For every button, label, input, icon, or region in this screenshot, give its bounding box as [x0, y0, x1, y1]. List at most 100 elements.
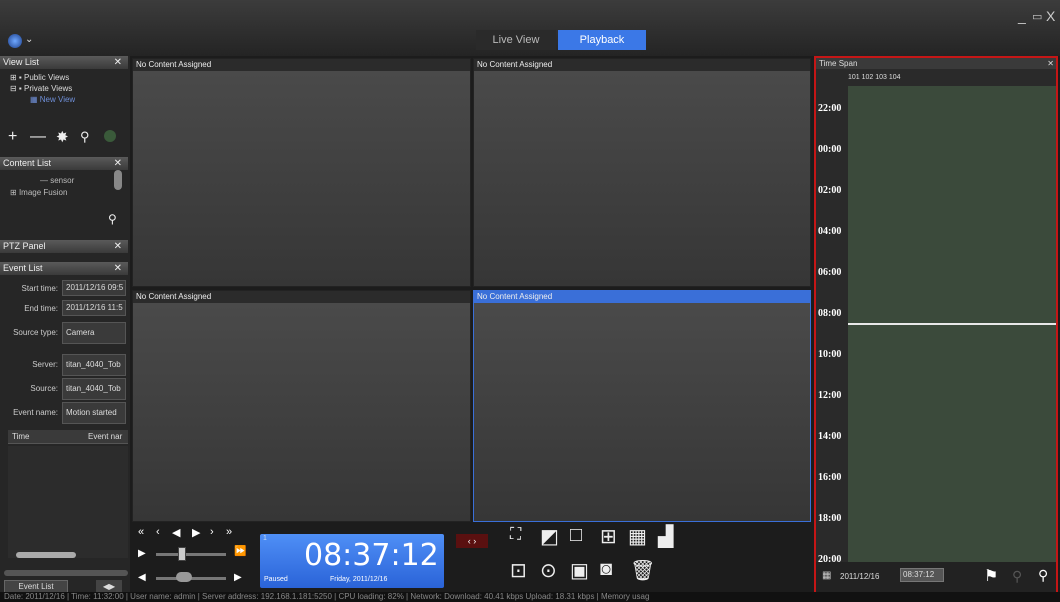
end-time-field[interactable]: 2011/12/16 11:5	[62, 300, 126, 316]
prev-frame-icon[interactable]: ◀	[138, 572, 146, 583]
source-select[interactable]: titan_4040_Tob	[62, 378, 126, 400]
end-time-label: End time:	[24, 304, 58, 313]
minimize-button[interactable]: _	[1018, 8, 1026, 24]
time-span-footer: ▦ 2011/12/16 08:37:12 ⚑ ⚲ ⚲	[816, 562, 1056, 592]
tab-live-view[interactable]: Live View	[476, 30, 556, 50]
time-span-date[interactable]: 2011/12/16	[840, 572, 879, 581]
tree-item-new-view[interactable]: ▦ New View	[30, 95, 75, 104]
playhead-line[interactable]	[848, 323, 1056, 325]
scroll-handle[interactable]	[114, 170, 122, 190]
view-list-header: View List ✕	[0, 56, 128, 69]
tree-item-sensor[interactable]: — sensor	[40, 176, 74, 185]
frame-slider-handle[interactable]	[176, 572, 192, 582]
horizontal-scrollbar[interactable]	[4, 570, 128, 576]
step-forward-button[interactable]: ›	[210, 526, 214, 538]
step-back-button[interactable]: ‹	[156, 526, 160, 538]
event-name-label: Event name:	[13, 408, 58, 417]
video-pane-1[interactable]: No Content Assigned	[132, 58, 471, 287]
remove-icon[interactable]: —	[30, 128, 46, 146]
speed-slider[interactable]	[156, 553, 226, 556]
event-table-header: Time Event nar	[8, 430, 128, 444]
video-pane-4[interactable]: No Content Assigned	[473, 290, 811, 522]
fast-forward-button[interactable]: »	[226, 526, 232, 538]
ptz-panel-title: PTZ Panel	[3, 241, 46, 251]
server-label: Server:	[32, 360, 58, 369]
next-frame-icon[interactable]: ▶	[234, 572, 242, 583]
reverse-play-button[interactable]: ◀	[172, 526, 180, 539]
column-time[interactable]: Time	[12, 432, 29, 441]
zoom-out-icon[interactable]: ⚲	[1012, 568, 1022, 585]
time-span-channels: 101 102 103 104	[848, 74, 901, 81]
time-tick-label: 08:00	[818, 308, 842, 319]
search-icon[interactable]: ⚲	[80, 129, 90, 145]
zoom-in-icon[interactable]: ⚲	[1038, 567, 1048, 584]
content-list-header: Content List ✕	[0, 157, 128, 170]
time-tick-label: 14:00	[818, 431, 842, 442]
close-icon[interactable]: ✕	[114, 157, 122, 170]
share-icon[interactable]	[104, 130, 116, 142]
horizontal-scrollbar[interactable]	[16, 552, 76, 558]
close-icon[interactable]: ✕	[114, 240, 122, 253]
title-bar: ⌄ _ ▭ X Live View Playback	[0, 0, 1060, 56]
tree-item-label: Image Fusion	[18, 188, 68, 197]
time-tick-label: 22:00	[818, 103, 842, 114]
close-icon[interactable]: ✕	[114, 56, 122, 69]
speed-slider-handle[interactable]	[178, 547, 186, 561]
add-icon[interactable]: +	[8, 128, 17, 146]
record-icon[interactable]: ⊙	[540, 558, 557, 583]
playback-clock: 1 08:37:12 Paused Friday, 2011/12/16	[260, 534, 444, 588]
layout-swap-icon[interactable]: ◩	[540, 524, 559, 549]
pane-title: No Content Assigned	[474, 59, 810, 71]
video-pane-3[interactable]: No Content Assigned	[132, 290, 471, 522]
app-logo-icon[interactable]	[8, 34, 22, 48]
tree-item-label: Public Views	[23, 73, 70, 82]
gear-icon[interactable]: ✸	[56, 128, 69, 146]
source-label: Source:	[30, 384, 58, 393]
layout-custom-icon[interactable]: ▟	[658, 524, 673, 549]
tree-item-private-views[interactable]: ⊟ ▪ Private Views	[10, 84, 72, 93]
time-tick-label: 18:00	[818, 513, 842, 524]
tree-item-label: New View	[39, 95, 76, 104]
tree-item-label: Private Views	[23, 84, 73, 93]
column-event-name[interactable]: Event nar	[88, 432, 122, 441]
close-button[interactable]: X	[1046, 8, 1055, 24]
time-tick-label: 02:00	[818, 185, 842, 196]
time-tick-label: 04:00	[818, 226, 842, 237]
close-icon[interactable]: ✕	[114, 262, 122, 275]
video-pane-2[interactable]: No Content Assigned	[473, 58, 811, 287]
fast-rewind-button[interactable]: «	[138, 526, 144, 538]
start-time-field[interactable]: 2011/12/16 09:5	[62, 280, 126, 296]
layout-1x1-icon[interactable]: □	[570, 524, 582, 547]
server-select[interactable]: titan_4040_Tob	[62, 354, 126, 376]
tree-item-public-views[interactable]: ⊞ ▪ Public Views	[10, 73, 69, 82]
play-button[interactable]: ▶	[192, 526, 200, 539]
source-type-label: Source type:	[13, 328, 58, 337]
save-frame-icon[interactable]: ▣	[570, 558, 589, 583]
restore-button[interactable]: ▭	[1032, 10, 1042, 23]
time-span-time-field[interactable]: 08:37:12	[900, 568, 944, 582]
delete-icon[interactable]: 🗑	[630, 558, 655, 583]
snapshot-icon[interactable]: ◙	[600, 558, 612, 581]
clock-time: 08:37:12	[304, 538, 439, 573]
tab-playback[interactable]: Playback	[558, 30, 646, 50]
flag-icon[interactable]: ⚑	[984, 566, 998, 586]
layout-3x3-icon[interactable]: ▦	[628, 524, 647, 549]
status-bar: Date: 2011/12/16 | Time: 11:32:00 | User…	[0, 592, 1060, 602]
tree-item-image-fusion[interactable]: ⊞ Image Fusion	[10, 188, 67, 197]
time-tick-label: 12:00	[818, 390, 842, 401]
chevron-down-icon[interactable]: ⌄	[25, 34, 33, 45]
slow-play-icon[interactable]: ▶	[138, 548, 146, 559]
time-tick-label: 00:00	[818, 144, 842, 155]
fast-play-icon[interactable]: ⏩	[234, 546, 246, 557]
pane-title: No Content Assigned	[133, 59, 470, 71]
close-icon[interactable]: ✕	[1047, 58, 1054, 69]
layout-2x2-icon[interactable]: ⊞	[600, 524, 617, 549]
source-type-select[interactable]: Camera	[62, 322, 126, 344]
fullscreen-icon[interactable]: ⛶	[510, 526, 521, 544]
event-name-select[interactable]: Motion started	[62, 402, 126, 424]
calendar-icon[interactable]: ▦	[822, 570, 831, 581]
export-icon[interactable]: ⊡	[510, 558, 527, 583]
search-icon[interactable]: ⚲	[108, 212, 117, 226]
left-panel: View List ✕ ⊞ ▪ Public Views ⊟ ▪ Private …	[0, 56, 130, 602]
prev-next-page-button[interactable]: ‹ ›	[456, 534, 488, 548]
